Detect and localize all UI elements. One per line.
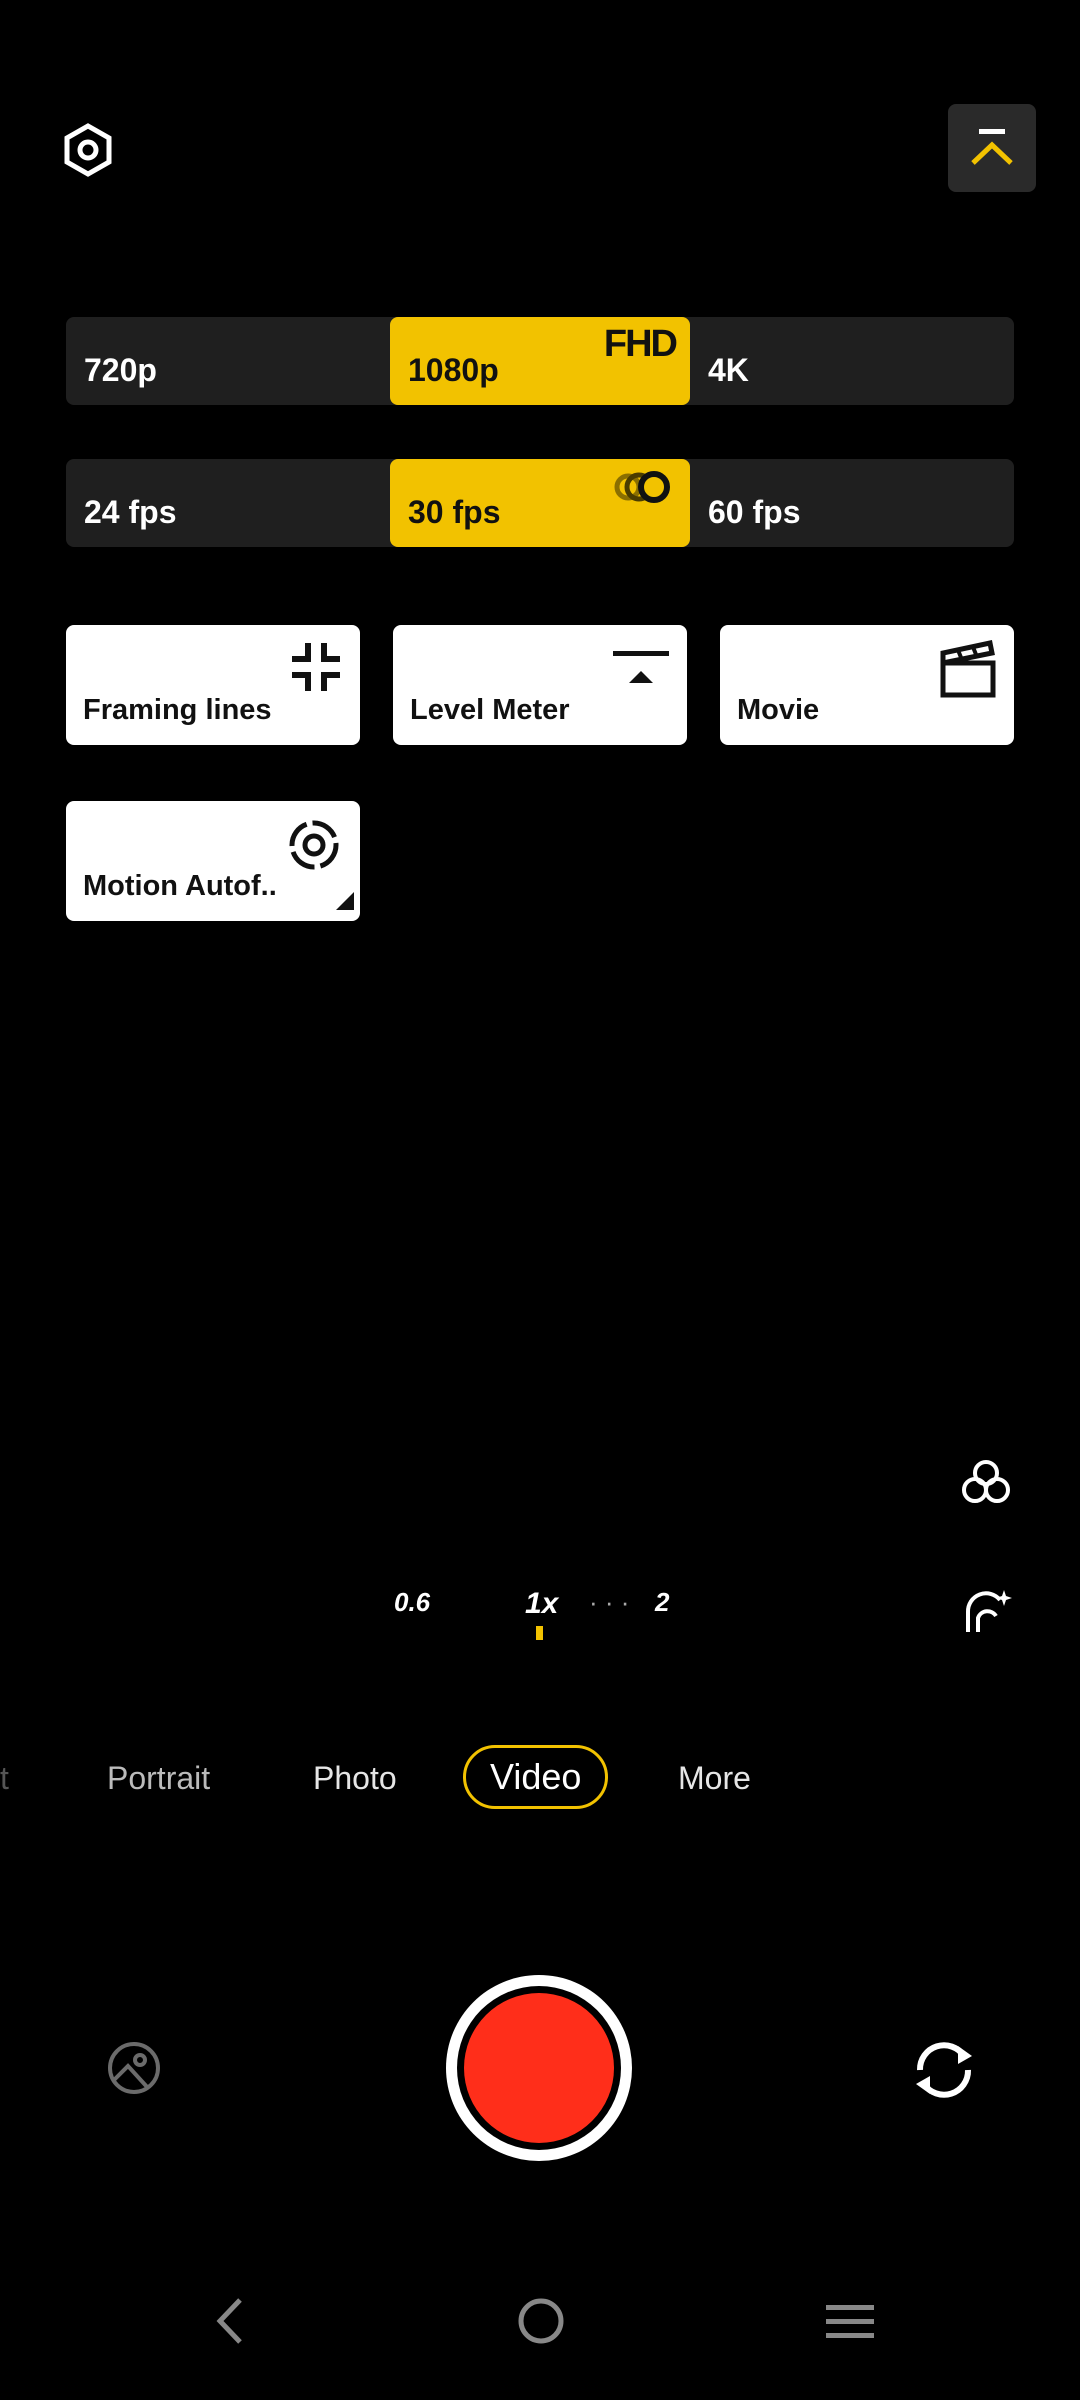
mode-more[interactable]: More [678, 1760, 751, 1797]
gallery-icon[interactable] [106, 2040, 162, 2101]
settings-icon[interactable] [60, 122, 116, 178]
zoom-2[interactable]: 2 [655, 1587, 669, 1618]
resolution-option-4k[interactable]: 4K [690, 317, 1014, 405]
system-navigation-bar [0, 2190, 1080, 2400]
framerate-motion-icon [608, 467, 678, 512]
back-icon[interactable] [210, 2296, 250, 2351]
resolution-label: 4K [708, 352, 749, 388]
tile-label: Motion Autof.. [83, 870, 277, 902]
zoom-dots: · · · [589, 1587, 630, 1617]
level-meter-icon [611, 639, 671, 700]
framerate-label: 60 fps [708, 494, 801, 530]
mode-portrait[interactable]: Portrait [107, 1760, 210, 1797]
framing-lines-icon [288, 639, 344, 700]
framerate-option-30[interactable]: 30 fps [390, 459, 690, 547]
framerate-selector: 24 fps 30 fps 60 fps [66, 459, 1014, 547]
framerate-label: 30 fps [408, 494, 501, 530]
fhd-badge: FHD [603, 323, 678, 365]
motion-autofocus-icon [284, 815, 344, 880]
mode-photo[interactable]: Photo [313, 1760, 397, 1797]
mode-partial[interactable]: t [0, 1760, 9, 1797]
mode-video[interactable]: Video [463, 1745, 609, 1809]
tile-framing-lines[interactable]: Framing lines [66, 625, 360, 745]
record-dot [464, 1993, 614, 2143]
tile-label: Level Meter [410, 694, 570, 726]
recents-menu-icon[interactable] [824, 2302, 876, 2347]
chevron-up-icon [971, 129, 1013, 165]
beauty-face-icon[interactable] [960, 1582, 1014, 1641]
resolution-option-1080p[interactable]: 1080p FHD [390, 317, 690, 405]
tile-motion-autofocus[interactable]: Motion Autof.. [66, 801, 360, 921]
clapperboard-icon [938, 639, 998, 704]
expand-corner-icon [336, 892, 354, 915]
home-icon[interactable] [516, 2296, 566, 2351]
zoom-0.6[interactable]: 0.6 [394, 1587, 430, 1618]
zoom-indicator [536, 1626, 543, 1640]
tile-label: Movie [737, 694, 820, 726]
resolution-label: 1080p [408, 352, 499, 388]
framerate-label: 24 fps [84, 494, 177, 530]
framerate-option-24[interactable]: 24 fps [66, 459, 390, 547]
zoom-1x[interactable]: 1x [525, 1587, 558, 1621]
tile-level-meter[interactable]: Level Meter [393, 625, 687, 745]
record-button[interactable] [446, 1975, 632, 2161]
resolution-option-720p[interactable]: 720p [66, 317, 390, 405]
tile-movie[interactable]: Movie [720, 625, 1014, 745]
tile-label: Framing lines [83, 694, 272, 726]
collapse-settings-button[interactable] [948, 104, 1036, 192]
filters-icon[interactable] [960, 1458, 1012, 1511]
resolution-selector: 720p 1080p FHD 4K [66, 317, 1014, 405]
framerate-option-60[interactable]: 60 fps [690, 459, 1014, 547]
resolution-label: 720p [84, 352, 157, 388]
switch-camera-icon[interactable] [908, 2034, 980, 2111]
